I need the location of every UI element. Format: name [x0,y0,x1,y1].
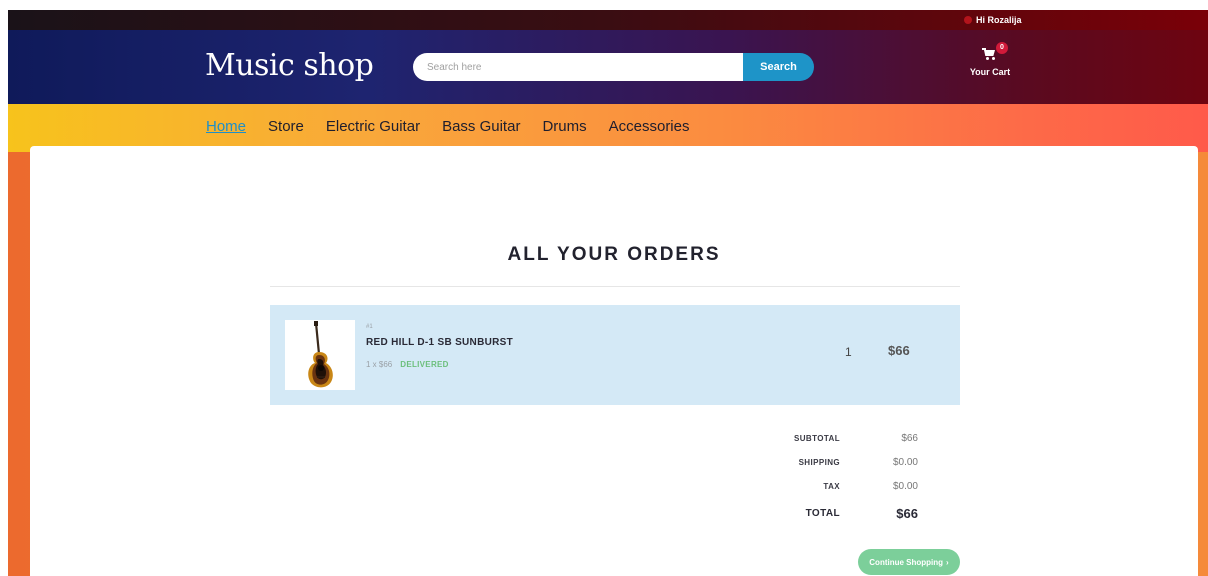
tax-label: TAX [823,481,840,491]
nav-item-store[interactable]: Store [268,118,304,135]
cart-count-badge: 0 [996,42,1008,54]
user-icon [964,16,972,24]
cart-label: Your Cart [969,67,1011,77]
user-greeting: Hi Rozalija [976,15,1022,25]
nav-item-accessories[interactable]: Accessories [609,118,690,135]
title-divider [270,286,960,287]
order-number: #1 [366,324,373,330]
shipping-row: SHIPPING $0.00 [730,450,930,474]
site-logo[interactable]: Music shop [205,48,374,83]
cart-button[interactable]: 0 Your Cart [966,42,1014,77]
subtotal-row: SUBTOTAL $66 [730,426,930,450]
product-image[interactable] [285,320,355,390]
order-row: #1 RED HILL D-1 SB SUNBURST 1 x $66 DELI… [270,305,960,405]
total-label: TOTAL [805,507,840,519]
search-bar: Search [413,53,814,81]
header: Music shop Search 0 Your Cart [8,30,1208,104]
user-menu[interactable]: Hi Rozalija [964,12,1022,28]
nav-item-electric-guitar[interactable]: Electric Guitar [326,118,420,135]
tax-row: TAX $0.00 [730,474,930,498]
total-value: $66 [896,505,918,521]
search-input[interactable] [413,53,743,81]
page-title: ALL YOUR ORDERS [507,244,721,265]
continue-shopping-label: Continue Shopping [869,557,944,567]
acoustic-guitar-image [308,321,333,388]
quantity: 1 [845,345,852,359]
tax-value: $0.00 [892,480,918,492]
status-badge: DELIVERED [400,360,449,369]
subtotal-label: SUBTOTAL [793,433,840,443]
orders-card: ALL YOUR ORDERS #1 RED HILL D-1 SB SUNBU… [30,146,1198,576]
main-nav: Home Store Electric Guitar Bass Guitar D… [8,104,1208,152]
shipping-label: SHIPPING [798,457,840,467]
subtotal-value: $66 [901,432,918,444]
nav-item-drums[interactable]: Drums [542,118,586,135]
continue-shopping-button[interactable]: Continue Shopping › [858,549,960,575]
top-bar: Hi Rozalija [8,10,1208,30]
cart-icon: 0 [982,42,1008,61]
order-summary: SUBTOTAL $66 SHIPPING $0.00 TAX $0.00 TO… [730,426,930,528]
line-total: $66 [888,343,910,358]
nav-item-bass-guitar[interactable]: Bass Guitar [442,118,520,135]
order-meta: 1 x $66 DELIVERED [366,360,449,369]
total-row: TOTAL $66 [730,498,930,528]
shipping-value: $0.00 [892,456,918,468]
chevron-right-icon: › [946,557,949,567]
page: Hi Rozalija Music shop Search 0 Your Car… [8,10,1208,576]
unit-price: 1 x $66 [366,360,393,369]
nav-item-home[interactable]: Home [206,118,246,135]
search-button[interactable]: Search [743,53,814,81]
product-name[interactable]: RED HILL D-1 SB SUNBURST [366,337,513,348]
